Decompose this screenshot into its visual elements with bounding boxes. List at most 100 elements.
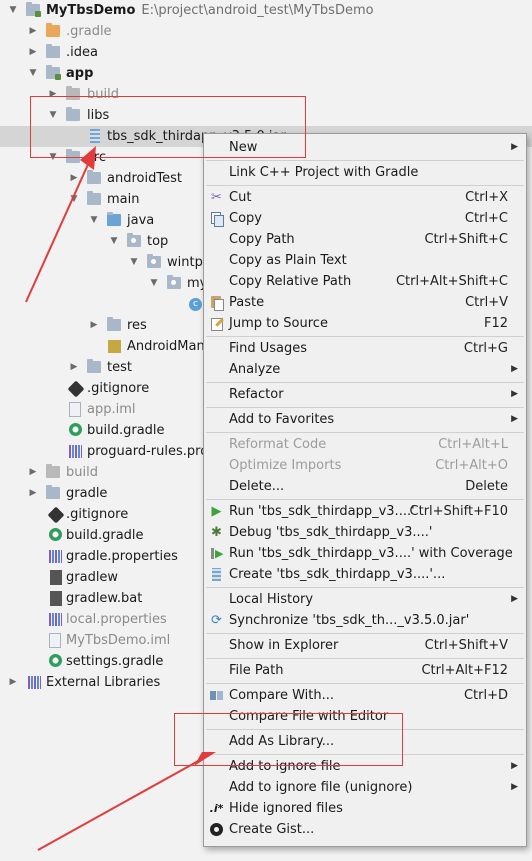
gradle-icon — [49, 528, 62, 541]
menu-item-copy-path[interactable]: Copy Path Ctrl+Shift+C — [204, 229, 526, 250]
menu-item-delete[interactable]: Delete... Delete — [204, 476, 526, 497]
tree-label: wintp — [167, 255, 203, 270]
menu-item-paste[interactable]: Paste Ctrl+V — [204, 292, 526, 313]
menu-item-debug[interactable]: ✱ Debug 'tbs_sdk_thirdapp_v3....' — [204, 522, 526, 543]
collapsed-arrow-icon[interactable]: ▶ — [27, 21, 39, 42]
script-file-icon — [50, 591, 62, 606]
module-folder-icon — [46, 65, 61, 80]
tree-label: test — [107, 360, 132, 375]
tree-label: gradlew.bat — [66, 591, 143, 606]
collapsed-arrow-icon[interactable]: ▶ — [88, 315, 100, 336]
tree-label: app.iml — [87, 402, 136, 417]
menu-item-analyze[interactable]: Analyze ▶ — [204, 359, 526, 380]
package-icon — [147, 254, 161, 268]
tree-label: androidTest — [107, 171, 182, 186]
menu-item-run[interactable]: ▶ Run 'tbs_sdk_thirdapp_v3....' Ctrl+Shift… — [204, 501, 526, 522]
expanded-arrow-icon[interactable]: ▼ — [7, 0, 19, 21]
ignored-files-icon: .i* — [209, 802, 224, 815]
expanded-arrow-icon[interactable]: ▼ — [128, 252, 140, 273]
submenu-arrow-icon: ▶ — [511, 594, 518, 604]
menu-item-add-to-ignore-unignore[interactable]: Add to ignore file (unignore) ▶ — [204, 777, 526, 798]
edit-icon — [209, 316, 224, 331]
tree-label: .gitignore — [87, 381, 150, 396]
properties-file-icon — [49, 613, 62, 626]
annotation-box-add-as-library — [174, 713, 403, 766]
menu-item-file-path[interactable]: File Path Ctrl+Alt+F12 — [204, 660, 526, 681]
package-icon — [127, 233, 141, 247]
library-icon — [28, 676, 41, 689]
debug-icon: ✱ — [211, 525, 222, 540]
menu-separator — [206, 336, 524, 337]
source-folder-icon — [107, 212, 121, 226]
menu-item-add-to-favorites[interactable]: Add to Favorites ▶ — [204, 409, 526, 430]
menu-item-refactor[interactable]: Refactor ▶ — [204, 384, 526, 405]
menu-item-run-coverage[interactable]: ▶ Run 'tbs_sdk_thirdapp_v3....' with Cove… — [204, 543, 526, 564]
iml-file-icon — [49, 633, 61, 648]
submenu-arrow-icon: ▶ — [511, 761, 518, 771]
expanded-arrow-icon[interactable]: ▼ — [68, 189, 80, 210]
annotation-box-libs — [30, 96, 306, 158]
menu-item-hide-ignored[interactable]: .i* Hide ignored files — [204, 798, 526, 819]
menu-item-copy[interactable]: Copy Ctrl+C — [204, 208, 526, 229]
menu-separator — [206, 185, 524, 186]
menu-item-copy-relative-path[interactable]: Copy Relative Path Ctrl+Alt+Shift+C — [204, 271, 526, 292]
menu-item-show-in-explorer[interactable]: Show in Explorer Ctrl+Shift+V — [204, 635, 526, 656]
jar-icon — [209, 567, 224, 582]
folder-icon — [46, 44, 60, 58]
menu-item-create-gist[interactable]: Create Gist... — [204, 819, 526, 840]
menu-separator — [206, 633, 524, 634]
menu-separator — [206, 658, 524, 659]
expanded-arrow-icon[interactable]: ▼ — [88, 210, 100, 231]
properties-file-icon — [49, 550, 62, 563]
paste-icon — [209, 295, 224, 311]
manifest-icon — [108, 340, 121, 353]
tree-label: top — [147, 234, 169, 249]
expanded-arrow-icon[interactable]: ▼ — [27, 63, 39, 84]
menu-item-find-usages[interactable]: Find Usages Ctrl+G — [204, 338, 526, 359]
git-icon — [67, 380, 85, 398]
run-icon: ▶ — [211, 504, 222, 519]
git-icon — [47, 506, 65, 524]
expanded-arrow-icon[interactable]: ▼ — [108, 231, 120, 252]
class-icon: c — [189, 298, 202, 311]
resource-folder-icon — [107, 317, 121, 331]
tree-label: build — [66, 465, 98, 480]
menu-item-create-config[interactable]: Create 'tbs_sdk_thirdapp_v3....'... — [204, 564, 526, 585]
tree-label: main — [107, 192, 140, 207]
folder-icon — [46, 23, 60, 37]
menu-separator — [206, 432, 524, 433]
submenu-arrow-icon: ▶ — [511, 782, 518, 792]
module-folder-icon — [26, 2, 41, 17]
folder-icon — [87, 359, 101, 373]
tree-label: build.gradle — [87, 423, 165, 438]
collapsed-arrow-icon[interactable]: ▶ — [27, 462, 39, 483]
submenu-arrow-icon: ▶ — [511, 389, 518, 399]
expanded-arrow-icon[interactable]: ▼ — [148, 273, 160, 294]
menu-item-copy-plain-text[interactable]: Copy as Plain Text — [204, 250, 526, 271]
folder-icon — [87, 170, 101, 184]
copy-icon — [209, 211, 224, 227]
menu-item-local-history[interactable]: Local History ▶ — [204, 589, 526, 610]
menu-separator — [206, 160, 524, 161]
tree-label: gradle.properties — [66, 549, 178, 564]
menu-separator — [206, 499, 524, 500]
collapsed-arrow-icon[interactable]: ▶ — [7, 672, 19, 693]
collapsed-arrow-icon[interactable]: ▶ — [27, 483, 39, 504]
collapsed-arrow-icon[interactable]: ▶ — [68, 357, 80, 378]
tree-label: proguard-rules.pro — [87, 444, 209, 459]
submenu-arrow-icon: ▶ — [511, 414, 518, 424]
collapsed-arrow-icon[interactable]: ▶ — [27, 42, 39, 63]
menu-item-compare-with[interactable]: Compare With... Ctrl+D — [204, 685, 526, 706]
submenu-arrow-icon: ▶ — [511, 142, 518, 152]
tree-label: .gradle — [66, 24, 112, 39]
tree-label: gradlew — [66, 570, 119, 585]
menu-item-jump-to-source[interactable]: Jump to Source F12 — [204, 313, 526, 334]
collapsed-arrow-icon[interactable]: ▶ — [68, 168, 80, 189]
menu-item-cut[interactable]: ✂ Cut Ctrl+X — [204, 187, 526, 208]
submenu-arrow-icon: ▶ — [511, 364, 518, 374]
menu-item-synchronize[interactable]: ⟳ Synchronize 'tbs_sdk_th..._v3.5.0.jar' — [204, 610, 526, 631]
tree-label: res — [127, 318, 147, 333]
tree-label: settings.gradle — [66, 654, 164, 669]
folder-icon — [87, 191, 101, 205]
menu-item-link-cpp[interactable]: Link C++ Project with Gradle — [204, 162, 526, 183]
